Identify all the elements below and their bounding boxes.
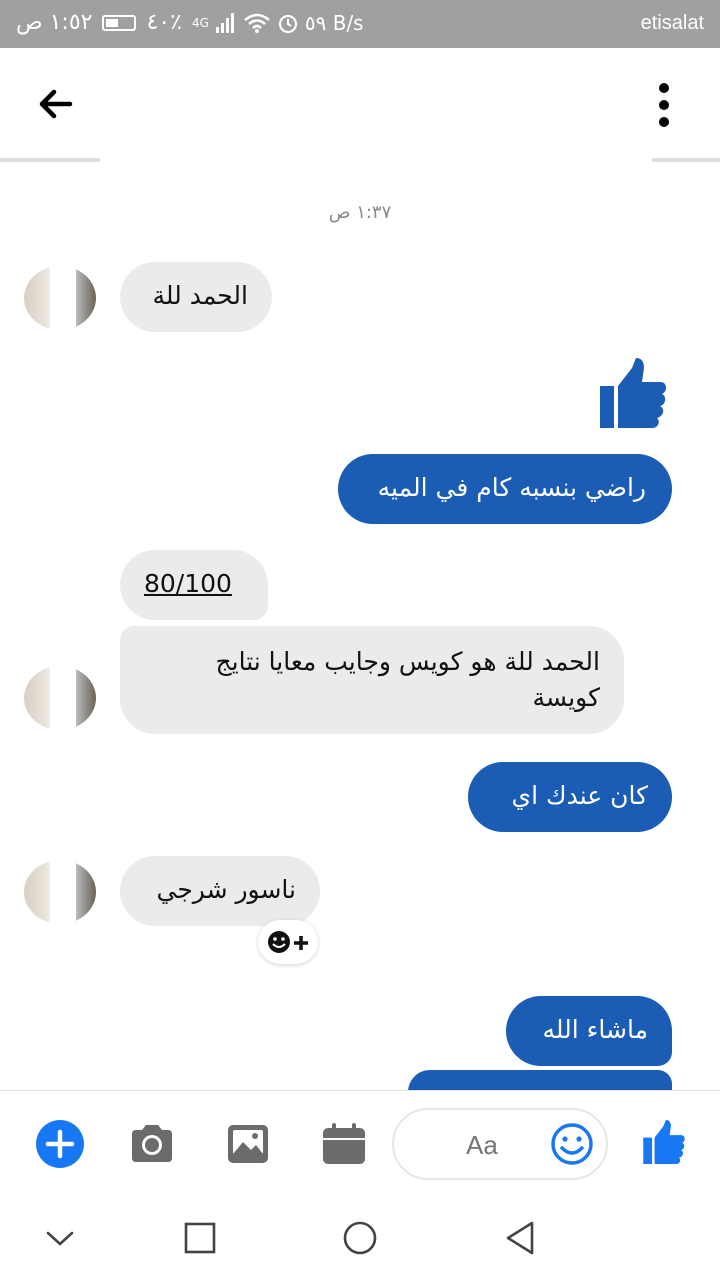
chat-header bbox=[0, 48, 720, 158]
add-reaction-icon bbox=[268, 931, 308, 953]
add-reaction-button[interactable] bbox=[258, 920, 318, 964]
emoji-icon[interactable] bbox=[550, 1122, 594, 1166]
signal-icon bbox=[215, 12, 234, 33]
image-icon[interactable] bbox=[224, 1120, 272, 1168]
avatar[interactable] bbox=[24, 860, 96, 924]
network-type: 4G bbox=[191, 15, 209, 30]
calendar-icon[interactable] bbox=[320, 1120, 368, 1168]
message-bubble-outgoing-partial[interactable] bbox=[408, 1070, 672, 1092]
status-left: ١:٥٢ ص ٤٠٪ 4G ٥٩ B/s bbox=[16, 10, 364, 35]
header-divider bbox=[0, 158, 100, 162]
camera-icon[interactable] bbox=[128, 1120, 176, 1168]
nav-circle-icon[interactable] bbox=[340, 1218, 380, 1258]
status-time: ١:٥٢ ص bbox=[16, 10, 93, 35]
nav-back-icon[interactable] bbox=[500, 1218, 540, 1258]
nav-down-icon[interactable] bbox=[40, 1218, 80, 1258]
thumbs-up-icon[interactable] bbox=[598, 356, 668, 430]
message-bubble-incoming[interactable]: 80/100 bbox=[120, 550, 268, 620]
avatar[interactable] bbox=[24, 666, 96, 730]
message-bubble-incoming[interactable]: ناسور شرجي bbox=[120, 856, 320, 926]
message-bubble-outgoing[interactable]: راضي بنسبه كام في الميه bbox=[338, 454, 672, 524]
alarm-icon bbox=[278, 14, 297, 33]
wifi-icon bbox=[244, 13, 270, 33]
nav-square-icon[interactable] bbox=[180, 1218, 220, 1258]
message-bubble-outgoing[interactable]: ماشاء الله bbox=[506, 996, 672, 1066]
carrier-name: etisalat bbox=[640, 12, 704, 34]
status-bar: ١:٥٢ ص ٤٠٪ 4G ٥٩ B/s etisalat bbox=[0, 0, 720, 48]
message-input[interactable] bbox=[464, 1124, 528, 1166]
header-divider bbox=[652, 158, 720, 162]
back-arrow-icon[interactable] bbox=[36, 86, 76, 122]
more-vert-icon[interactable] bbox=[652, 80, 676, 130]
message-bubble-incoming[interactable]: الحمد للة bbox=[120, 262, 272, 332]
battery-icon bbox=[102, 14, 137, 31]
thumbs-up-icon[interactable] bbox=[642, 1118, 686, 1166]
message-timestamp: ١:٣٧ ص bbox=[328, 202, 392, 223]
plus-icon bbox=[45, 1129, 75, 1159]
message-bubble-outgoing[interactable]: كان عندك اي bbox=[468, 762, 672, 832]
avatar[interactable] bbox=[24, 266, 96, 330]
plus-button[interactable] bbox=[36, 1120, 84, 1168]
network-speed: ٥٩ B/s bbox=[304, 10, 364, 35]
message-bubble-incoming[interactable]: الحمد للة هو كويس وجايب معايا نتايج كويس… bbox=[120, 626, 624, 734]
battery-percent: ٤٠٪ bbox=[146, 10, 182, 35]
status-icons: 4G ٥٩ B/s bbox=[192, 11, 364, 35]
